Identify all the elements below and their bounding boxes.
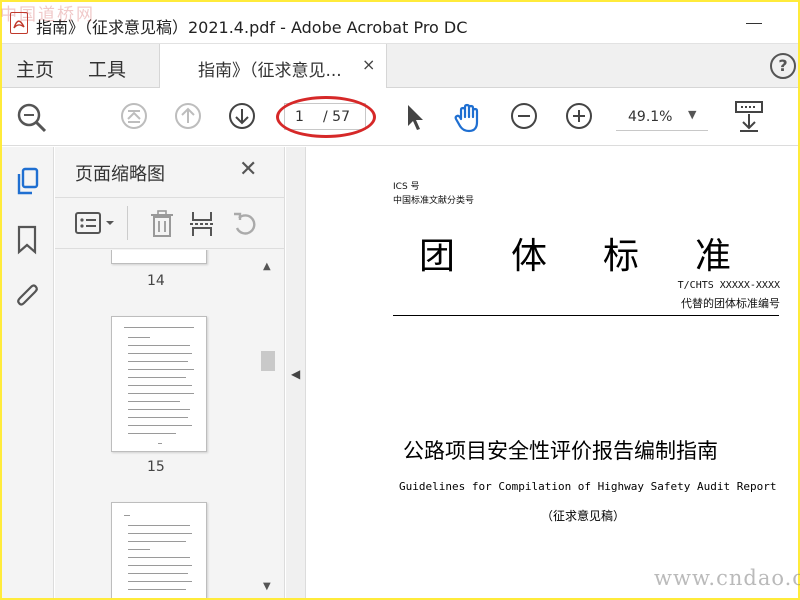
tab-home[interactable]: 主页 [16, 55, 54, 82]
title-bar: 指南》（征求意见稿）2021.4.pdf - Adobe Acrobat Pro… [2, 2, 798, 44]
standard-number: T/CHTS XXXXX-XXXX [677, 280, 780, 291]
navigation-rail [2, 147, 54, 598]
watermark-bottom-right: www.cndao.com [654, 566, 800, 590]
window-title: 指南》（征求意见稿）2021.4.pdf - Adobe Acrobat Pro… [36, 18, 468, 37]
zoom-out-icon[interactable] [510, 102, 538, 134]
find-icon[interactable] [16, 102, 48, 138]
thumbnail-page-15[interactable] [111, 316, 207, 452]
thumbnail-list: 14 15 [55, 250, 255, 598]
zoom-in-icon[interactable] [565, 102, 593, 134]
attachment-icon[interactable] [14, 281, 42, 315]
first-page-icon[interactable] [120, 102, 148, 134]
red-annotation-ellipse [276, 96, 376, 138]
keyboard-scroll-icon[interactable] [734, 100, 764, 136]
classification-number: 中国标准文献分类号 [393, 196, 475, 206]
panel-collapse-strip[interactable]: ◀ [286, 147, 306, 598]
thumbnail-label: 14 [147, 273, 165, 289]
select-cursor-icon[interactable] [404, 102, 426, 136]
close-panel-icon[interactable]: ✕ [239, 157, 257, 182]
ics-number: ICS 号 [393, 182, 420, 192]
collapse-left-icon[interactable]: ◀ [291, 367, 300, 381]
scrollbar-thumb[interactable] [261, 351, 275, 371]
scroll-up-icon[interactable]: ▲ [263, 261, 271, 272]
next-page-icon[interactable] [228, 102, 256, 134]
thumbnail-panel: 页面缩略图 ✕ 14 15 ▲ ▼ [55, 147, 285, 598]
panel-title: 页面缩略图 [75, 164, 165, 185]
scroll-down-icon[interactable]: ▼ [263, 581, 271, 592]
document-page: ICS 号 中国标准文献分类号 团体标准 T/CHTS XXXXX-XXXX 代… [307, 147, 798, 598]
close-tab-icon[interactable]: × [362, 55, 375, 74]
delete-page-icon[interactable] [149, 210, 175, 242]
tab-bar: 主页 工具 指南》（征求意见... × ? [2, 44, 798, 88]
panel-toolbar [55, 197, 285, 249]
thumbnail-page-14[interactable] [111, 250, 207, 264]
thumbnail-label: 15 [147, 459, 165, 475]
hand-tool-icon[interactable] [452, 102, 484, 138]
document-title-english: Guidelines for Compilation of Highway Sa… [399, 480, 777, 493]
divider [127, 206, 128, 240]
toolbar: 1 / 57 49.1% ▼ [2, 88, 798, 146]
acrobat-window: 指南》（征求意见稿）2021.4.pdf - Adobe Acrobat Pro… [2, 2, 798, 598]
thumbnail-options-icon[interactable] [75, 210, 117, 240]
extract-page-icon[interactable] [189, 210, 215, 242]
rotate-page-icon[interactable] [231, 210, 259, 242]
help-icon[interactable]: ? [770, 53, 796, 79]
thumbnail-page-16[interactable] [111, 502, 207, 598]
zoom-value: 49.1% [628, 109, 673, 125]
zoom-level-select[interactable]: 49.1% ▼ [616, 103, 708, 131]
page-thumbnails-icon[interactable] [14, 167, 42, 201]
tab-tools[interactable]: 工具 [88, 55, 126, 82]
acrobat-icon [10, 12, 28, 34]
previous-page-icon[interactable] [174, 102, 202, 134]
header-rule [393, 315, 779, 316]
document-heading: 团体标准 [419, 236, 788, 277]
tab-document[interactable]: 指南》（征求意见... × [159, 44, 387, 88]
document-tab-label: 指南》（征求意见... [198, 61, 342, 81]
replaced-standard: 代替的团体标准编号 [681, 297, 780, 310]
chevron-down-icon[interactable]: ▼ [688, 108, 696, 121]
minimize-button[interactable] [746, 23, 762, 24]
draft-note: （征求意见稿） [541, 509, 626, 523]
document-title-chinese: 公路项目安全性评价报告编制指南 [403, 439, 718, 463]
thumbnail-scrollbar[interactable]: ▲ ▼ [259, 257, 277, 595]
bookmark-icon[interactable] [16, 225, 38, 259]
